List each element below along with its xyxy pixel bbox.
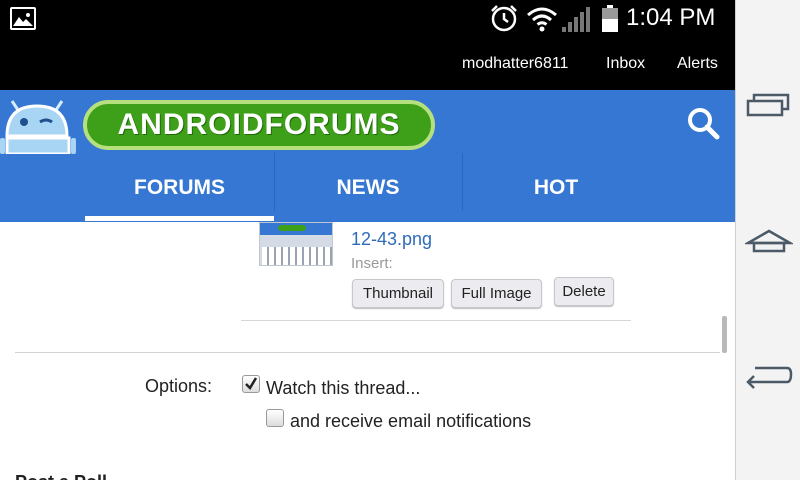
- site-header: ANDROIDFORUMS FORUMS NEWS HOT: [0, 90, 735, 222]
- watch-thread-checkbox[interactable]: [242, 375, 260, 393]
- alarm-icon: [491, 5, 517, 32]
- inbox-link[interactable]: Inbox: [606, 55, 645, 73]
- search-icon[interactable]: [686, 106, 720, 140]
- logo-text: ANDROIDFORUMS: [117, 108, 401, 141]
- site-logo[interactable]: ANDROIDFORUMS: [83, 100, 435, 150]
- attachment-thumbnail[interactable]: [259, 222, 333, 266]
- delete-attachment-button[interactable]: Delete: [554, 277, 614, 306]
- active-tab-indicator: [85, 216, 274, 221]
- status-bar: 1:04 PM: [0, 0, 735, 37]
- username-link[interactable]: modhatter6811: [462, 55, 568, 73]
- scrollbar[interactable]: [722, 316, 727, 353]
- email-notifications-label[interactable]: and receive email notifications: [290, 411, 531, 432]
- main-tabs: FORUMS NEWS HOT: [85, 153, 735, 222]
- gallery-icon: [10, 7, 36, 30]
- watch-thread-label[interactable]: Watch this thread...: [266, 378, 420, 399]
- email-notifications-checkbox[interactable]: [266, 409, 284, 427]
- system-nav-bar: [735, 0, 800, 480]
- screen: 1:04 PM modhatter6811 Inbox Alerts ANDRO…: [0, 0, 800, 480]
- back-icon[interactable]: [745, 362, 793, 392]
- insert-full-image-button[interactable]: Full Image: [451, 279, 542, 308]
- user-bar: modhatter6811 Inbox Alerts: [0, 37, 735, 90]
- poll-heading: Post a Poll: [15, 472, 107, 480]
- tab-news[interactable]: NEWS: [274, 153, 462, 222]
- options-label: Options:: [145, 376, 213, 396]
- thumbnail-logo: [278, 225, 306, 231]
- status-time: 1:04 PM: [626, 4, 716, 31]
- section-divider: [15, 352, 720, 353]
- attachment-divider: [241, 320, 631, 321]
- home-icon[interactable]: [745, 228, 793, 258]
- tab-hot[interactable]: HOT: [462, 153, 650, 222]
- battery-icon: [602, 5, 618, 32]
- signal-icon: [562, 7, 590, 32]
- android-mascot-logo[interactable]: [0, 98, 82, 154]
- alerts-link[interactable]: Alerts: [677, 55, 718, 73]
- attachment-filename[interactable]: 12-43.png: [351, 229, 432, 250]
- checkmark-icon: [245, 377, 258, 391]
- recent-apps-icon[interactable]: [745, 92, 793, 122]
- wifi-icon: [527, 7, 557, 32]
- insert-label: Insert:: [351, 255, 393, 272]
- tab-forums[interactable]: FORUMS: [85, 153, 274, 222]
- thumbnail-keyboard: [262, 247, 332, 265]
- insert-thumbnail-button[interactable]: Thumbnail: [352, 279, 444, 308]
